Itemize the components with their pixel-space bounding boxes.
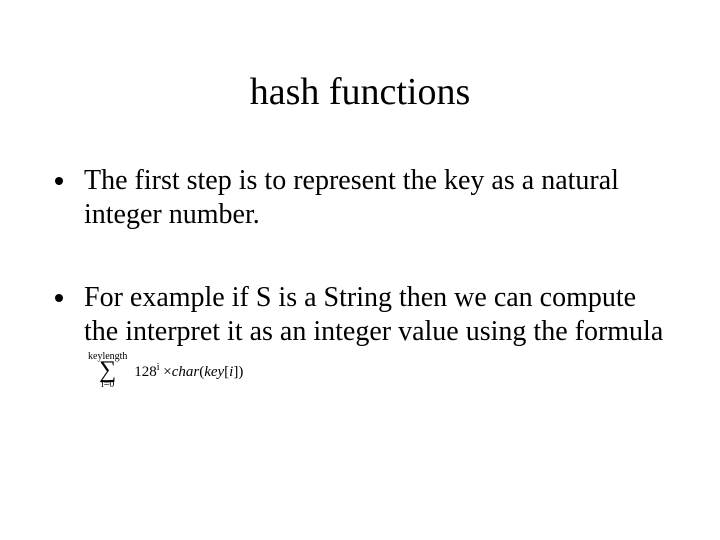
summation-symbol: keylength ∑ i=0	[88, 352, 127, 390]
formula-function: char	[172, 364, 200, 380]
bullet-list: The first step is to represent the key a…	[50, 164, 670, 386]
list-item: The first step is to represent the key a…	[78, 164, 670, 231]
formula-exponent: i	[157, 362, 160, 373]
times-symbol: ×	[163, 364, 171, 380]
formula-base: 128	[134, 364, 157, 380]
list-item: For example if S is a String then we can…	[78, 281, 670, 386]
paren-close: )	[238, 364, 243, 380]
bullet-text: For example if S is a String then we can…	[84, 282, 663, 347]
formula: keylength ∑ i=0 128i ×char(key[i])	[88, 352, 243, 390]
formula-expression: 128i ×char(key[i])	[134, 362, 243, 381]
formula-arg-key: key	[204, 364, 224, 380]
slide-title: hash functions	[50, 70, 670, 114]
bullet-text: The first step is to represent the key a…	[84, 165, 619, 230]
slide: hash functions The first step is to repr…	[0, 0, 720, 540]
sum-lower-bound: i=0	[88, 380, 127, 390]
